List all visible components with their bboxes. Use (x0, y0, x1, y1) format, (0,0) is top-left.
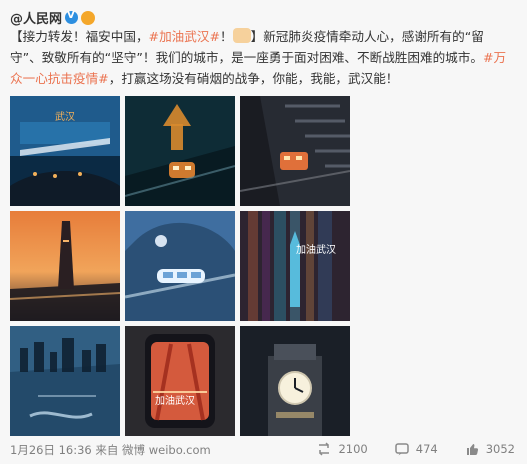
post-meta[interactable]: 1月26日 16:36 来自 微博 weibo.com (10, 442, 211, 458)
comment-icon (395, 443, 409, 456)
image-label: 武汉 (55, 110, 75, 123)
comment-button[interactable]: 474 (394, 441, 438, 457)
image-thumbnail[interactable] (10, 211, 120, 321)
verified-badge-icon (65, 10, 79, 24)
bridge-train-image (240, 96, 350, 206)
post-text-part: ！ (220, 29, 233, 44)
weibo-post-card: @人民网 【接力转发！福安中国，#加油武汉#！】新冠肺炎疫情牵动人心，感谢所有的… (0, 0, 527, 464)
bridge-sunset-image (10, 211, 120, 321)
image-thumbnail[interactable] (125, 96, 235, 206)
comment-count: 474 (415, 442, 438, 456)
post-text: 【接力转发！福安中国，#加油武汉#！ 】新冠肺炎疫情牵动人心，感谢所有的“留守”、… (10, 26, 515, 89)
post-author[interactable]: @人民网 (10, 8, 96, 27)
like-button[interactable]: 3052 (464, 441, 515, 457)
image-thumbnail[interactable]: 加油武汉 (125, 326, 235, 436)
waterfront-skyline-image (10, 326, 120, 436)
thumbs-up-icon (466, 444, 478, 455)
author-name[interactable]: @人民网 (10, 8, 62, 27)
night-tower-image: 加油武汉 (240, 211, 350, 321)
post-footer: 1月26日 16:36 来自 微博 weibo.com 2100 474 305… (0, 436, 527, 464)
post-text-part: 【接力转发！福安中国， (10, 29, 149, 44)
image-thumbnail[interactable] (240, 96, 350, 206)
hashtag-link[interactable]: #加油武汉# (149, 29, 220, 44)
image-thumbnail[interactable]: 加油武汉 (240, 211, 350, 321)
light-rail-image (125, 211, 235, 321)
post-stats: 2100 474 3052 (316, 441, 515, 457)
repost-icon (319, 442, 330, 456)
post-text-part: ，打赢这场没有硝烟的战争，你能，我能，武汉能！ (108, 71, 399, 86)
phone-bridge-image: 加油武汉 (125, 326, 235, 436)
clock-tower-image (240, 326, 350, 436)
repost-count: 2100 (338, 442, 368, 456)
like-count: 3052 (485, 442, 515, 456)
image-label: 加油武汉 (296, 243, 336, 256)
yellow-crane-tower-train-image (125, 96, 235, 206)
image-thumbnail[interactable] (10, 326, 120, 436)
muscle-emoji-icon (232, 28, 251, 43)
image-thumbnail[interactable] (125, 211, 235, 321)
image-label: 加油武汉 (155, 394, 195, 407)
vip-badge-icon (81, 10, 96, 25)
repost-button[interactable]: 2100 (316, 441, 368, 457)
airport-image: 武汉 (10, 96, 120, 206)
image-thumbnail[interactable]: 武汉 (10, 96, 120, 206)
image-thumbnail[interactable] (240, 326, 350, 436)
